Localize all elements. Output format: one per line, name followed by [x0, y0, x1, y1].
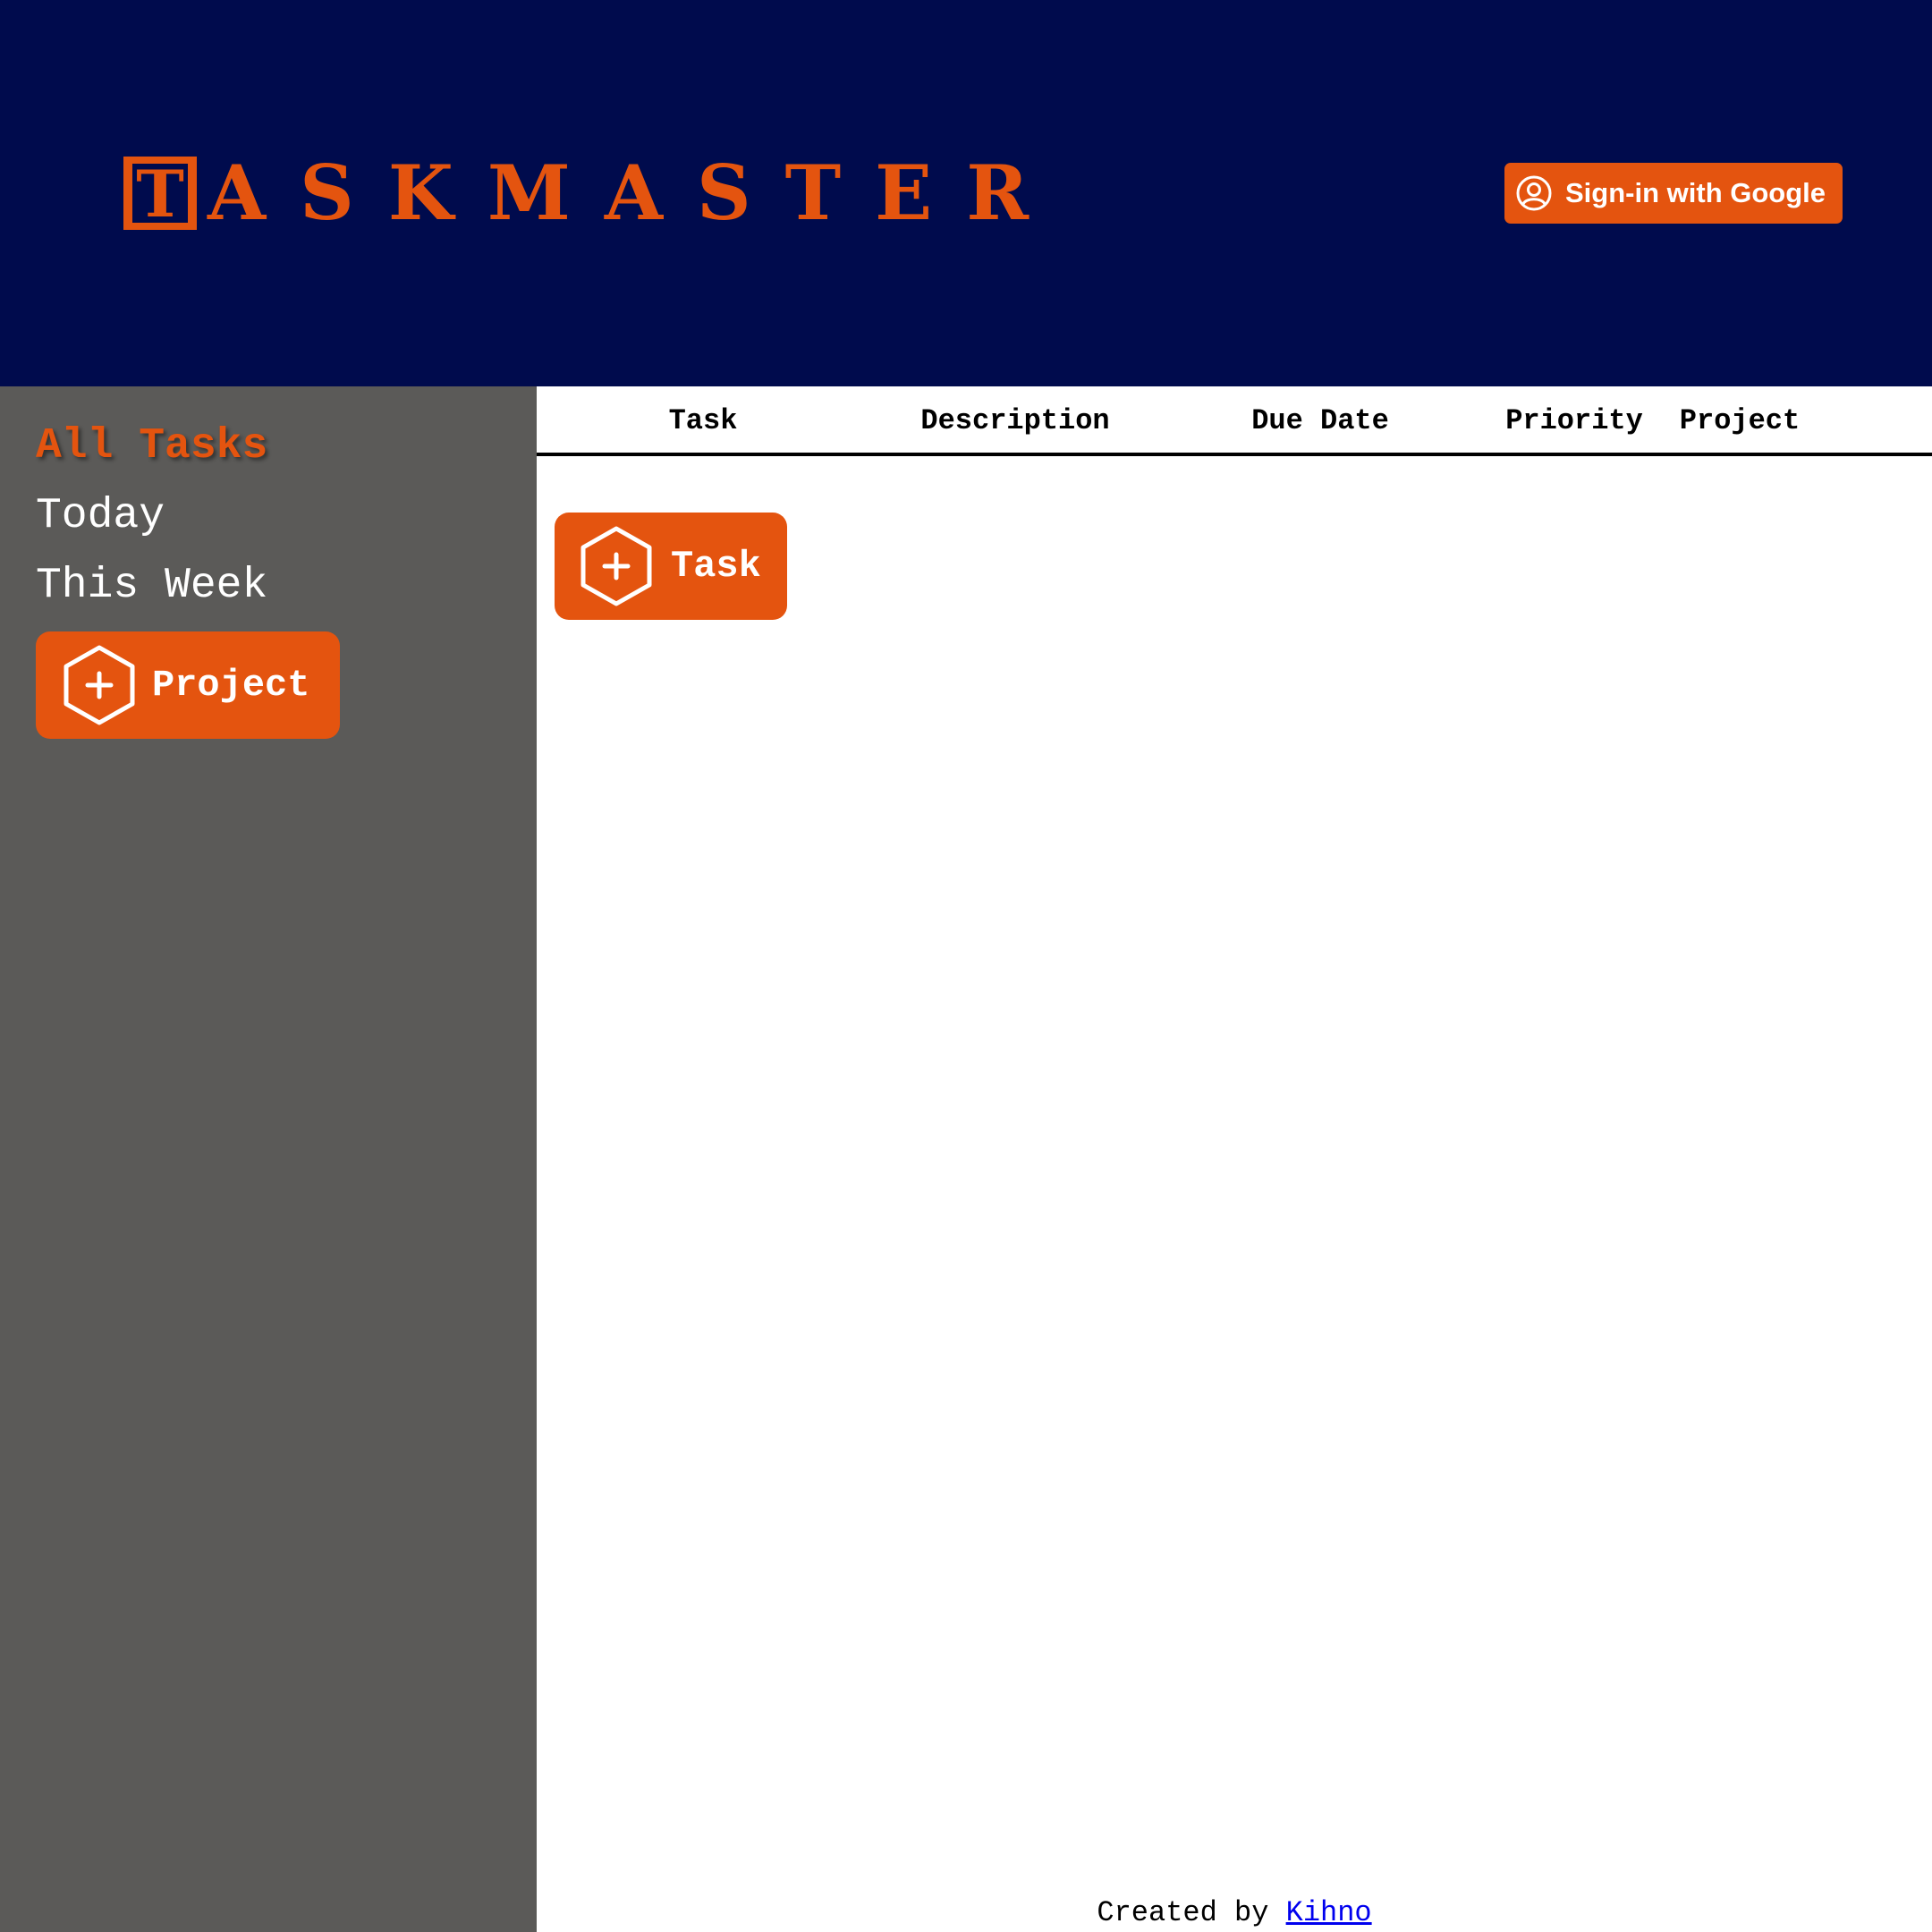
author-link[interactable]: Kihno: [1286, 1896, 1372, 1929]
column-header-due-date: Due Date: [1251, 404, 1389, 437]
column-header-priority: Priority: [1505, 404, 1643, 437]
column-header-description: Description: [920, 404, 1110, 437]
sign-in-google-button[interactable]: Sign-in with Google: [1504, 163, 1843, 224]
sidebar: All Tasks Today This Week Project: [0, 386, 537, 1932]
task-table-header: Task Description Due Date Priority Proje…: [537, 386, 1932, 456]
logo-badge: T: [123, 157, 197, 230]
sidebar-item-all-tasks[interactable]: All Tasks: [36, 422, 267, 470]
hexagon-plus-icon: [580, 526, 652, 606]
sidebar-item-this-week[interactable]: This Week: [36, 562, 267, 610]
column-header-task: Task: [668, 404, 738, 437]
column-header-project: Project: [1679, 404, 1801, 437]
add-task-label: Task: [671, 545, 761, 588]
sign-in-label: Sign-in with Google: [1565, 177, 1826, 208]
logo-letter: T: [132, 162, 188, 226]
taskmaster-logo: T ASKMASTER: [123, 148, 1063, 237]
add-project-label: Project: [152, 664, 310, 707]
add-task-button[interactable]: Task: [555, 513, 787, 620]
user-circle-icon: [1516, 175, 1552, 211]
add-project-button[interactable]: Project: [36, 631, 340, 739]
footer-prefix: Created by: [1097, 1896, 1269, 1929]
hexagon-plus-icon: [64, 645, 135, 725]
sidebar-item-today[interactable]: Today: [36, 492, 165, 540]
app-header: T ASKMASTER Sign-in with Google: [0, 0, 1932, 386]
logo-text: ASKMASTER: [208, 148, 1063, 237]
footer: Created by Kihno: [537, 1896, 1932, 1929]
